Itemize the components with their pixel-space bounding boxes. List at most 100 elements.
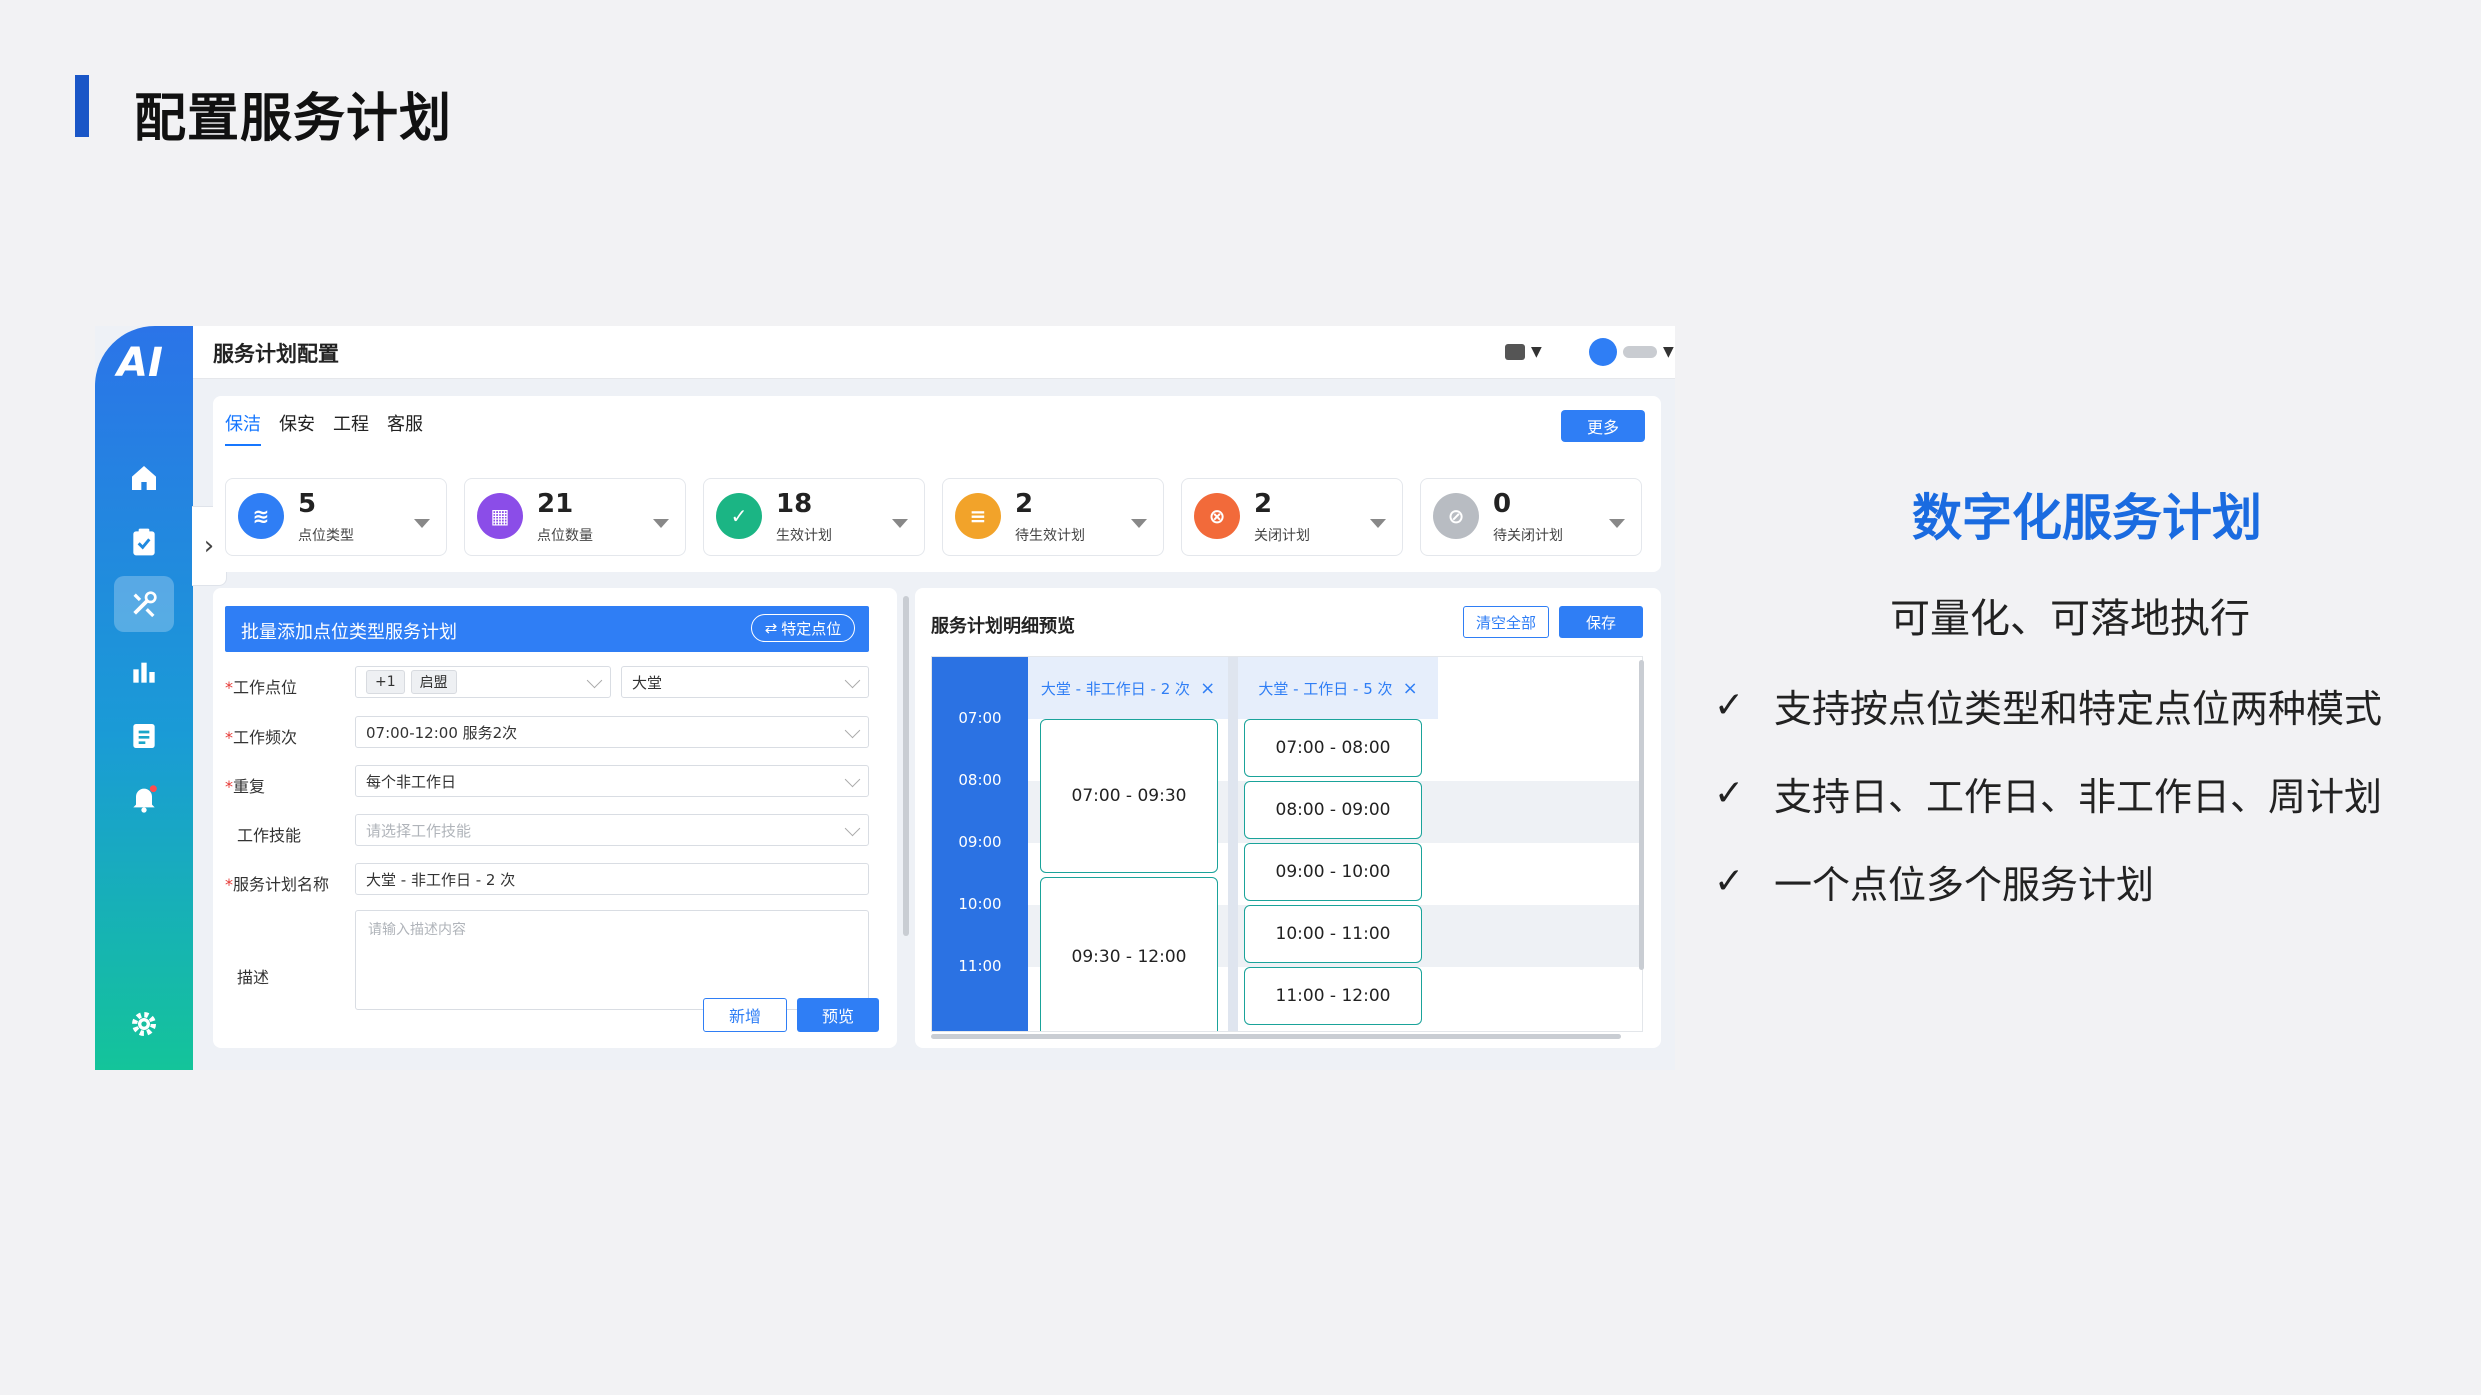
preview-title: 服务计划明细预览 — [931, 616, 1075, 637]
stat-card-location-count[interactable]: ▦ 21 点位数量 — [464, 478, 686, 556]
feature-item: ✓ 支持日、工作日、非工作日、周计划 — [1714, 766, 2382, 821]
grid-icon: ▦ — [477, 493, 523, 539]
stat-label: 生效计划 — [776, 528, 832, 544]
feature-item: ✓ 支持按点位类型和特定点位两种模式 — [1714, 678, 2382, 733]
specific-location-label: 特定点位 — [781, 620, 842, 638]
document-disabled-icon: ⊘ — [1433, 493, 1479, 539]
chevron-down-icon — [844, 820, 861, 837]
close-icon[interactable]: × — [1200, 678, 1215, 699]
caret-down-icon: ▼ — [1531, 344, 1542, 360]
stat-card-closed-plans[interactable]: ⊗ 2 关闭计划 — [1181, 478, 1403, 556]
schedule-slot[interactable]: 08:00 - 09:00 — [1244, 781, 1422, 839]
user-menu[interactable]: ▼ — [1589, 336, 1674, 368]
chevron-down-icon — [844, 672, 861, 689]
close-icon[interactable]: × — [1403, 678, 1418, 699]
form-scrollbar[interactable] — [903, 596, 909, 936]
app-logo: AI — [117, 340, 163, 386]
stat-card-to-close-plans[interactable]: ⊘ 0 待关闭计划 — [1420, 478, 1642, 556]
clear-all-button[interactable]: 清空全部 — [1463, 606, 1549, 638]
stat-value: 0 — [1493, 489, 1512, 519]
document-list-icon: ≡ — [955, 493, 1001, 539]
app-screenshot: AI › 服务计划配置 ▼ ▼ 保洁 保安 工程 客服 更多 ≋ 5 点位类型 … — [95, 326, 1675, 1070]
tools-icon — [133, 591, 157, 618]
skill-label: 工作技能 — [237, 826, 302, 845]
column-title: 大堂 - 非工作日 - 2 次 — [1040, 679, 1191, 698]
frequency-select[interactable]: 07:00-12:00 服务2次 — [355, 716, 869, 748]
repeat-value: 每个非工作日 — [366, 772, 457, 791]
area-value: 大堂 — [632, 673, 663, 692]
schedule-slot[interactable]: 10:00 - 11:00 — [1244, 905, 1422, 963]
frequency-label: *工作频次 — [225, 728, 298, 747]
horizontal-scrollbar[interactable] — [931, 1034, 1621, 1039]
schedule-slot[interactable]: 11:00 - 12:00 — [1244, 967, 1422, 1025]
stat-label: 待生效计划 — [1015, 528, 1085, 544]
tab-cleaning[interactable]: 保洁 — [225, 410, 261, 446]
schedule-slot[interactable]: 09:30 - 12:00 — [1040, 877, 1218, 1031]
form-header: 批量添加点位类型服务计划 ⇄ 特定点位 — [225, 606, 869, 652]
time-label: 08:00 — [958, 771, 1002, 789]
stat-value: 21 — [537, 489, 574, 519]
stats-panel: 保洁 保安 工程 客服 更多 ≋ 5 点位类型 ▦ 21 点位数量 ✓ 18 生… — [213, 396, 1661, 572]
title-accent-bar — [75, 75, 89, 137]
tab-security[interactable]: 保安 — [279, 410, 315, 446]
sidebar-item-stats[interactable] — [95, 644, 193, 700]
area-select[interactable]: 大堂 — [621, 666, 869, 698]
add-button[interactable]: 新增 — [703, 998, 787, 1032]
time-label: 07:00 — [958, 709, 1002, 727]
sidebar-item-settings[interactable] — [95, 996, 193, 1052]
stat-card-location-types[interactable]: ≋ 5 点位类型 — [225, 478, 447, 556]
caret-down-icon — [653, 519, 669, 528]
stat-label: 关闭计划 — [1254, 528, 1310, 544]
schedule-slot[interactable]: 09:00 - 10:00 — [1244, 843, 1422, 901]
skill-select[interactable]: 请选择工作技能 — [355, 814, 869, 846]
specific-location-button[interactable]: ⇄ 特定点位 — [751, 614, 855, 642]
avatar — [1589, 338, 1617, 366]
time-label: 10:00 — [958, 895, 1002, 913]
tab-customer-service[interactable]: 客服 — [387, 410, 423, 446]
location-chip[interactable]: 启盟 — [410, 670, 457, 694]
checkmark-icon: ✓ — [1714, 861, 1745, 902]
plan-name-input[interactable]: 大堂 - 非工作日 - 2 次 — [355, 863, 869, 895]
user-name-placeholder — [1623, 346, 1657, 358]
device-menu[interactable]: ▼ — [1505, 336, 1542, 368]
home-icon — [132, 466, 156, 490]
caret-down-icon — [892, 519, 908, 528]
tab-engineering[interactable]: 工程 — [333, 410, 369, 446]
location-select[interactable]: +1 启盟 — [355, 666, 611, 698]
sidebar-item-tasks[interactable] — [95, 514, 193, 570]
bell-icon — [133, 785, 157, 813]
schedule-slot[interactable]: 07:00 - 08:00 — [1244, 719, 1422, 777]
stat-card-active-plans[interactable]: ✓ 18 生效计划 — [703, 478, 925, 556]
stat-card-pending-plans[interactable]: ≡ 2 待生效计划 — [942, 478, 1164, 556]
description-textarea[interactable]: 请输入描述内容 — [355, 910, 869, 1010]
frequency-value: 07:00-12:00 服务2次 — [366, 723, 518, 742]
caret-down-icon — [1609, 519, 1625, 528]
feature-text: 一个点位多个服务计划 — [1774, 863, 2155, 907]
repeat-select[interactable]: 每个非工作日 — [355, 765, 869, 797]
time-label: 09:00 — [958, 833, 1002, 851]
save-button[interactable]: 保存 — [1559, 606, 1643, 638]
feature-text: 支持按点位类型和特定点位两种模式 — [1774, 687, 2383, 731]
highlight-subtitle: 可量化、可落地执行 — [1890, 596, 2250, 642]
more-button[interactable]: 更多 — [1561, 410, 1645, 442]
highlight-title: 数字化服务计划 — [1912, 489, 2262, 547]
bar-chart-icon — [133, 662, 155, 683]
checkmark-icon: ✓ — [1714, 685, 1745, 726]
sidebar-item-notifications[interactable] — [95, 770, 193, 826]
column-header: 大堂 - 工作日 - 5 次 × — [1238, 657, 1438, 719]
preview-button[interactable]: 预览 — [797, 998, 879, 1032]
sidebar-item-home[interactable] — [95, 450, 193, 506]
sidebar: AI — [95, 326, 193, 1070]
column-title: 大堂 - 工作日 - 5 次 — [1258, 679, 1393, 698]
stat-value: 18 — [776, 489, 813, 519]
sidebar-item-records[interactable] — [95, 708, 193, 764]
location-label: *工作点位 — [225, 678, 298, 697]
sidebar-item-plans[interactable] — [95, 576, 193, 632]
app-topbar: 服务计划配置 ▼ ▼ AI — [193, 326, 1675, 379]
column-divider — [1228, 657, 1238, 1031]
schedule-slot[interactable]: 07:00 - 09:30 — [1040, 719, 1218, 873]
location-count-chip: +1 — [366, 670, 405, 694]
time-axis: 07:00 08:00 09:00 10:00 11:00 — [932, 657, 1028, 1031]
document-close-icon: ⊗ — [1194, 493, 1240, 539]
vertical-scrollbar[interactable] — [1639, 660, 1644, 970]
